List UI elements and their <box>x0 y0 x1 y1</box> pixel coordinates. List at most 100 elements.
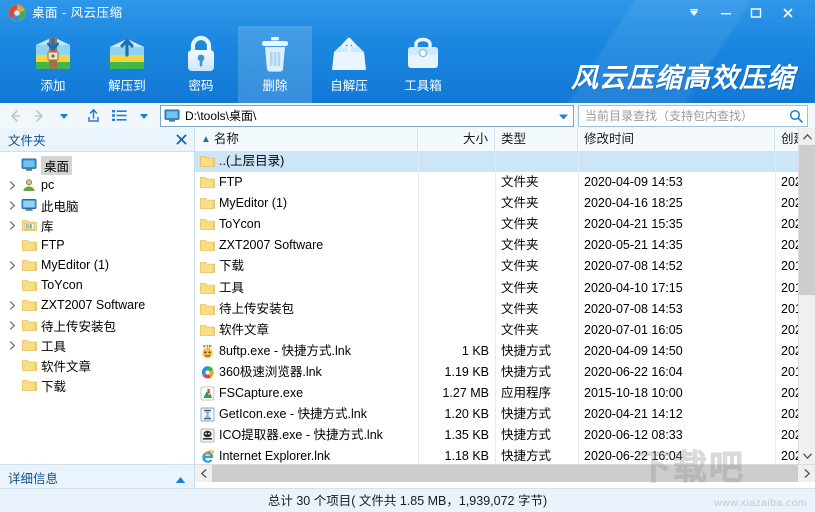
column-header-type[interactable]: 类型 <box>495 128 578 151</box>
cell-type: 文件夹 <box>501 217 539 232</box>
vertical-scrollbar[interactable] <box>798 128 815 464</box>
toolbar-button-add[interactable]: 添加 <box>16 26 90 103</box>
tree-item-label: FTP <box>41 238 65 252</box>
monitor-icon <box>20 157 38 173</box>
tree-item-1[interactable]: pc <box>0 175 194 195</box>
address-bar[interactable]: D:\tools\桌面\ <box>160 105 574 127</box>
tree-expander-icon[interactable] <box>4 297 20 313</box>
column-header-size[interactable]: 大小 <box>418 128 495 151</box>
tree-item-label: 桌面 <box>41 155 73 175</box>
table-row[interactable]: ICO提取器.exe - 快捷方式.lnk 1.35 KB 快捷方式 2020-06-… <box>195 425 809 446</box>
tree-item-9[interactable]: 工具 <box>0 335 194 355</box>
back-arrow-icon[interactable] <box>4 105 26 126</box>
table-row[interactable]: ..(上层目录) <box>195 151 799 173</box>
cell-modified: 2020-06-22 16:04 <box>584 449 683 464</box>
titlebar-menu-button[interactable] <box>683 4 705 22</box>
icotool-icon <box>199 428 216 444</box>
toolbar-button-delete[interactable]: 删除 <box>238 26 312 103</box>
table-row[interactable]: 工具 文件夹 2020-04-10 17:15 2019 <box>195 278 809 299</box>
search-icon[interactable] <box>785 109 807 123</box>
file-name: 待上传安装包 <box>219 301 295 316</box>
scroll-up-button[interactable] <box>799 128 815 145</box>
toolbar-button-toolbox[interactable]: 工具箱 <box>386 26 460 103</box>
tree-expander-icon[interactable] <box>4 337 20 353</box>
table-row[interactable]: FTP 8uftp.exe - 快捷方式.lnk 1 KB 快捷方式 2020-04-0… <box>195 341 809 362</box>
cell-modified: 2020-05-21 14:35 <box>584 238 683 253</box>
table-row[interactable]: 待上传安装包 文件夹 2020-07-08 14:53 2019 <box>195 299 809 320</box>
scrollbar-thumb[interactable] <box>799 145 815 295</box>
folder-icon <box>199 322 216 338</box>
column-header-modified[interactable]: 修改时间 <box>578 128 775 151</box>
table-row[interactable]: GetIcon.exe - 快捷方式.lnk 1.20 KB 快捷方式 2020-04… <box>195 404 809 425</box>
scrollbar-thumb[interactable] <box>212 465 798 482</box>
tree-item-2[interactable]: 此电脑 <box>0 195 194 215</box>
tree-item-5[interactable]: MyEditor (1) <box>0 255 194 275</box>
up-folder-icon[interactable] <box>82 105 104 126</box>
table-row[interactable]: ZXT2007 Software 文件夹 2020-05-21 14:35 2020 <box>195 235 809 256</box>
history-dropdown-icon[interactable] <box>54 105 74 126</box>
cell-name: 软件文章 <box>195 320 418 341</box>
chevron-up-icon[interactable] <box>175 473 186 487</box>
tree-item-10[interactable]: 软件文章 <box>0 355 194 375</box>
table-row[interactable]: 360极速浏览器.lnk 1.19 KB 快捷方式 2020-06-22 16:04 2… <box>195 362 809 383</box>
toolbar-button-self-extract[interactable]: 自解压 <box>312 26 386 103</box>
cell-modified: 2020-06-12 08:33 <box>584 428 683 443</box>
horizontal-scrollbar[interactable] <box>195 464 815 482</box>
tree-item-4[interactable]: FTP <box>0 235 194 255</box>
title-bar: 桌面 - 风云压缩 <box>0 0 815 26</box>
minimize-button[interactable] <box>715 4 737 22</box>
column-header-name[interactable]: ▲ 名称 <box>195 128 418 151</box>
tree-item-11[interactable]: 下载 <box>0 375 194 395</box>
table-row[interactable]: ToYcon 文件夹 2020-04-21 15:35 2020 <box>195 214 809 235</box>
file-name: ZXT2007 Software <box>219 238 324 253</box>
toolbar-label: 自解压 <box>330 79 368 93</box>
tree-item-0[interactable]: 桌面 <box>0 155 194 175</box>
cell-name: FSCapture.exe <box>195 383 418 404</box>
search-box[interactable]: 当前目录查找（支持包内查找） <box>578 105 808 127</box>
ftp-app-icon: FTP <box>199 343 216 359</box>
maximize-button[interactable] <box>745 4 767 22</box>
table-row[interactable]: MyEditor (1) 文件夹 2020-04-16 18:25 2020 <box>195 193 809 214</box>
search-input[interactable]: 当前目录查找（支持包内查找） <box>585 106 785 126</box>
forward-arrow-icon[interactable] <box>28 105 50 126</box>
scroll-down-button[interactable] <box>799 447 815 464</box>
table-row[interactable]: FSCapture.exe 1.27 MB 应用程序 2015-10-18 10:00… <box>195 383 809 404</box>
scroll-right-button[interactable] <box>798 465 815 482</box>
tree-item-8[interactable]: 待上传安装包 <box>0 315 194 335</box>
cell-modified <box>578 151 775 172</box>
tree-expander-icon[interactable] <box>4 317 20 333</box>
chevron-down-icon[interactable] <box>555 109 571 123</box>
tree-item-label: pc <box>41 178 55 192</box>
tree-expander-icon[interactable] <box>4 177 20 193</box>
tree-item-label: 此电脑 <box>41 199 79 214</box>
view-list-icon[interactable] <box>108 105 130 126</box>
tree-item-7[interactable]: ZXT2007 Software <box>0 295 194 315</box>
column-label: 类型 <box>501 132 527 146</box>
cell-type <box>495 151 578 172</box>
tree-expander-icon[interactable] <box>4 197 20 213</box>
tree-expander-icon[interactable] <box>4 257 20 273</box>
view-dropdown-icon[interactable] <box>134 105 154 126</box>
toolbar-label: 解压到 <box>108 79 146 93</box>
scroll-left-button[interactable] <box>195 465 212 482</box>
table-row[interactable]: 下载 文件夹 2020-07-08 14:52 2019 <box>195 256 809 277</box>
close-button[interactable] <box>777 4 799 22</box>
details-panel-toggle[interactable]: 详细信息 <box>0 464 195 489</box>
cell-type: 文件夹 <box>501 301 539 316</box>
table-row[interactable]: 软件文章 文件夹 2020-07-01 16:05 2020 <box>195 320 809 341</box>
table-row[interactable]: Internet Explorer.lnk 1.18 KB 快捷方式 2020-06-… <box>195 446 809 464</box>
column-divider <box>495 151 496 464</box>
toolbar-button-extract-to[interactable]: 解压到 <box>90 26 164 103</box>
table-row[interactable]: FTP 文件夹 2020-04-09 14:53 2020 <box>195 172 809 193</box>
tree-item-6[interactable]: ToYcon <box>0 275 194 295</box>
tree-item-3[interactable]: 库 <box>0 215 194 235</box>
toolbar-button-password[interactable]: 密码 <box>164 26 238 103</box>
file-list-rows: ..(上层目录) FTP 文件夹 2020-04-09 14:53 2020 MyEdit… <box>195 151 809 464</box>
folder-icon <box>20 297 38 313</box>
tree-expander-icon[interactable] <box>4 217 20 233</box>
close-icon[interactable] <box>174 132 188 146</box>
computer-icon <box>20 197 38 213</box>
file-name: 8uftp.exe - 快捷方式.lnk <box>219 343 351 358</box>
cell-modified: 2020-04-09 14:53 <box>584 175 683 190</box>
brand-slogan: 风云压缩高效压缩 <box>571 63 795 94</box>
